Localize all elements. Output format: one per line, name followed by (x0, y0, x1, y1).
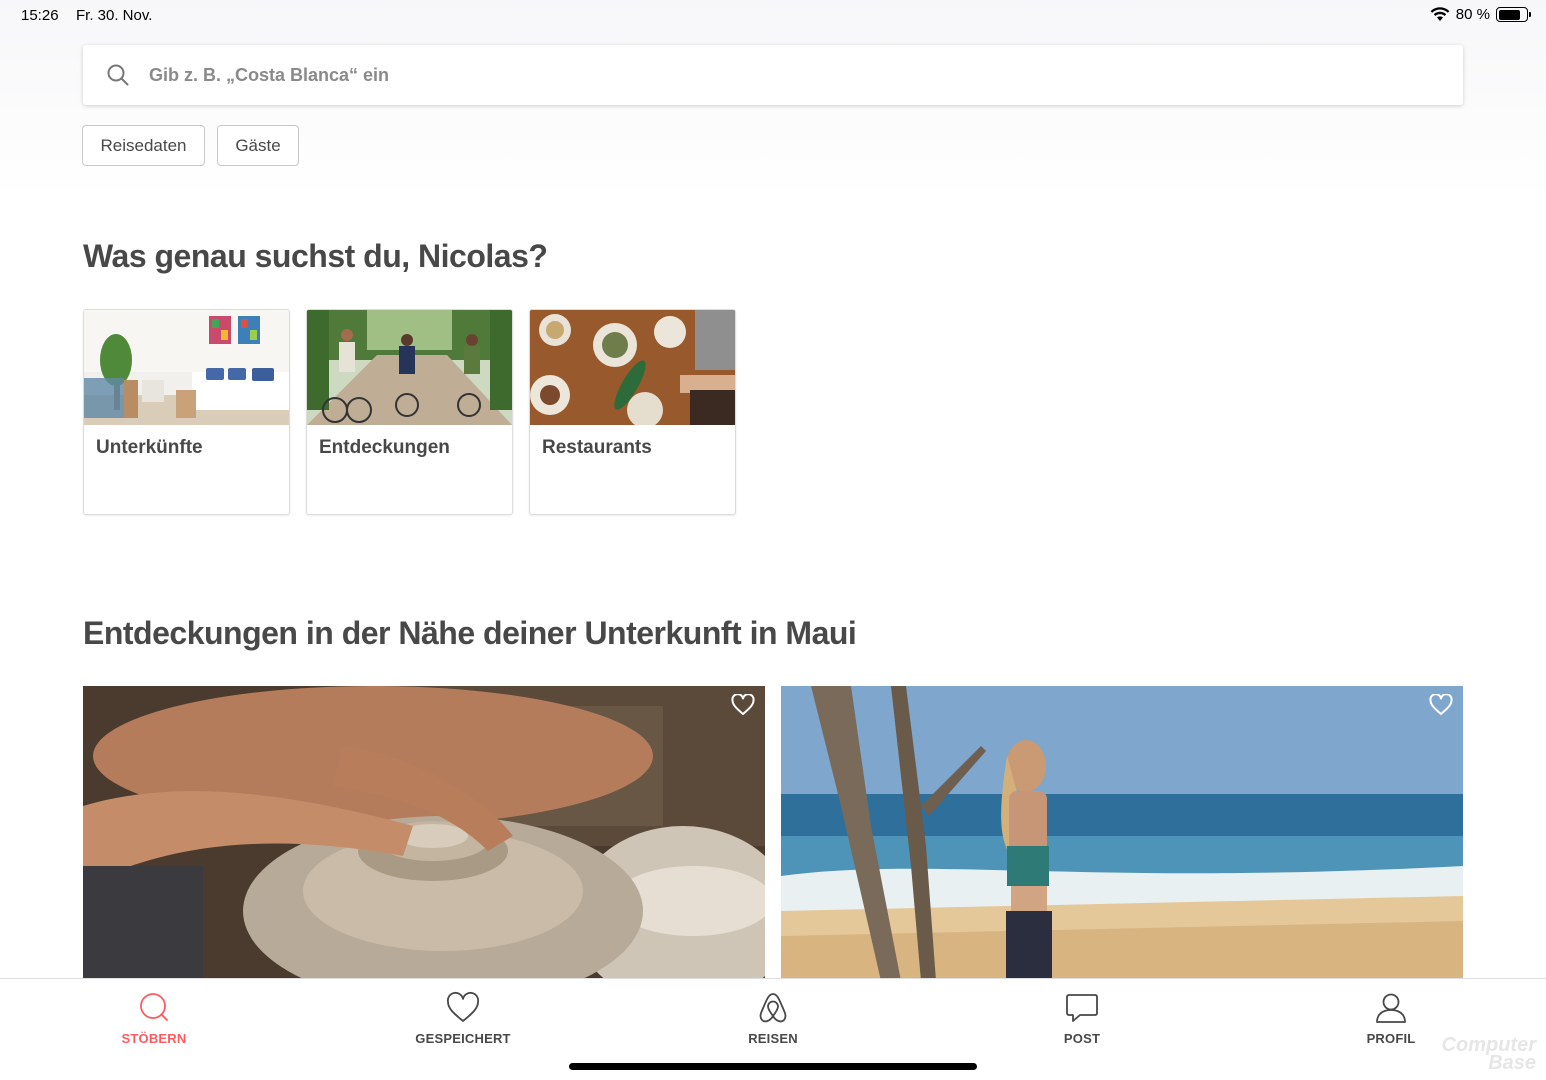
tab-inbox[interactable]: POST (1012, 979, 1152, 1054)
guests-filter-button[interactable]: Gäste (217, 125, 299, 166)
bedroom-photo (84, 310, 289, 425)
category-label: Entdeckungen (319, 437, 450, 458)
heart-outline-icon[interactable] (731, 694, 755, 716)
tab-label: GESPEICHERT (415, 1031, 511, 1046)
dates-filter-button[interactable]: Reisedaten (82, 125, 205, 166)
heart-outline-icon[interactable] (1429, 694, 1453, 716)
wifi-icon (1430, 7, 1450, 21)
category-card-experiences[interactable]: Entdeckungen (306, 309, 513, 515)
experience-card-yoga[interactable] (781, 686, 1463, 981)
cyclists-photo (307, 310, 512, 425)
category-label: Restaurants (542, 437, 652, 458)
category-label: Unterkünfte (96, 437, 203, 458)
experiences-heading: Entdeckungen in der Nähe deiner Unterkun… (83, 615, 857, 651)
tab-label: PROFIL (1366, 1031, 1416, 1046)
status-time: 15:26 (21, 7, 59, 24)
battery-percent: 80 % (1455, 6, 1490, 23)
category-card-accommodations[interactable]: Unterkünfte (83, 309, 290, 515)
status-indicators: 80 % (1430, 6, 1531, 23)
battery-fill (1498, 9, 1521, 20)
home-indicator[interactable] (569, 1063, 977, 1070)
profile-icon (1376, 993, 1406, 1023)
dining-table-photo (530, 310, 735, 425)
tab-label: REISEN (748, 1031, 798, 1046)
search-icon (140, 993, 168, 1021)
tab-explore[interactable]: STÖBERN (84, 979, 224, 1054)
battery-icon (1496, 7, 1531, 22)
message-icon (1066, 994, 1098, 1022)
search-icon (107, 64, 129, 86)
tab-saved[interactable]: GESPEICHERT (393, 979, 533, 1054)
tab-label: STÖBERN (121, 1031, 187, 1046)
status-date: Fr. 30. Nov. (76, 7, 153, 24)
beach-yoga-photo (781, 686, 1463, 981)
category-card-restaurants[interactable]: Restaurants (529, 309, 736, 515)
watermark: Computer Base (1441, 1034, 1536, 1074)
status-bar: 15:26 Fr. 30. Nov. 80 % (0, 0, 1546, 32)
search-bar[interactable] (83, 45, 1463, 105)
search-input[interactable] (149, 45, 1439, 105)
tab-trips[interactable]: REISEN (703, 979, 843, 1054)
tab-label: POST (1063, 1031, 1101, 1046)
tab-profile[interactable]: PROFIL (1321, 979, 1461, 1054)
pottery-wheel-photo (83, 686, 765, 981)
airbnb-logo-icon (759, 993, 787, 1023)
heart-icon (446, 991, 480, 1022)
categories-heading: Was genau suchst du, Nicolas? (83, 238, 548, 274)
experience-card-pottery[interactable] (83, 686, 765, 981)
